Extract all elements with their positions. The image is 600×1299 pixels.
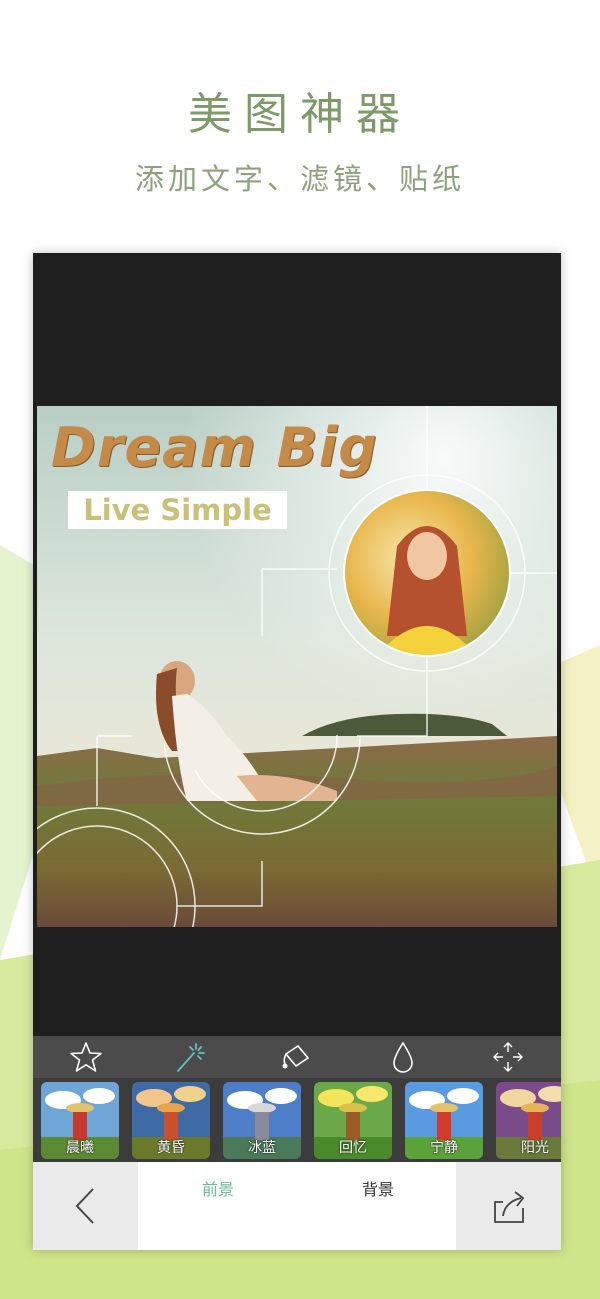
promo-subheadline: 添加文字、滤镜、贴纸	[134, 162, 465, 196]
star-icon[interactable]	[64, 1037, 108, 1077]
share-icon	[493, 1191, 524, 1223]
share-button[interactable]	[456, 1162, 561, 1250]
paint-bucket-icon[interactable]	[275, 1037, 319, 1077]
promo-headline: 美图神器	[188, 89, 412, 140]
photo-image	[37, 406, 557, 927]
canvas-title-text[interactable]: Dream Big	[51, 416, 378, 479]
filter-label: 冰蓝	[248, 1140, 276, 1156]
filter-strip: 晨曦 黄昏 冰蓝 回忆 宁静 阳光	[33, 1078, 561, 1162]
tab-foreground[interactable]: 前景	[168, 1162, 268, 1218]
drop-icon[interactable]	[381, 1037, 425, 1077]
bottom-navigation: 前景 背景	[33, 1162, 561, 1250]
filter-item[interactable]: 黄昏	[132, 1082, 210, 1159]
filter-item[interactable]: 晨曦	[41, 1082, 119, 1159]
canvas-subtitle-text: Live Simple	[83, 493, 272, 527]
filter-label: 黄昏	[157, 1140, 185, 1156]
filter-item[interactable]: 阳光	[496, 1082, 561, 1159]
filter-label: 回忆	[339, 1140, 367, 1156]
filter-label: 宁静	[430, 1140, 458, 1156]
photo-canvas[interactable]: Dream Big Live Simple	[37, 406, 557, 927]
tab-background[interactable]: 背景	[328, 1162, 428, 1218]
filter-label: 晨曦	[66, 1140, 94, 1156]
back-button[interactable]	[33, 1162, 138, 1250]
magic-wand-icon[interactable]	[169, 1037, 213, 1077]
move-arrows-icon[interactable]	[486, 1037, 530, 1077]
filter-item[interactable]: 宁静	[405, 1082, 483, 1159]
canvas-subtitle-sticker[interactable]: Live Simple	[68, 491, 287, 529]
editing-toolbar	[33, 1036, 561, 1078]
filter-label: 阳光	[521, 1140, 549, 1156]
filter-item[interactable]: 冰蓝	[223, 1082, 301, 1159]
filter-item[interactable]: 回忆	[314, 1082, 392, 1159]
app-screen: Dream Big Live Simple 晨曦 黄昏 冰蓝 回忆 宁静 阳光 …	[33, 253, 561, 1250]
chevron-left-icon	[75, 1188, 94, 1224]
